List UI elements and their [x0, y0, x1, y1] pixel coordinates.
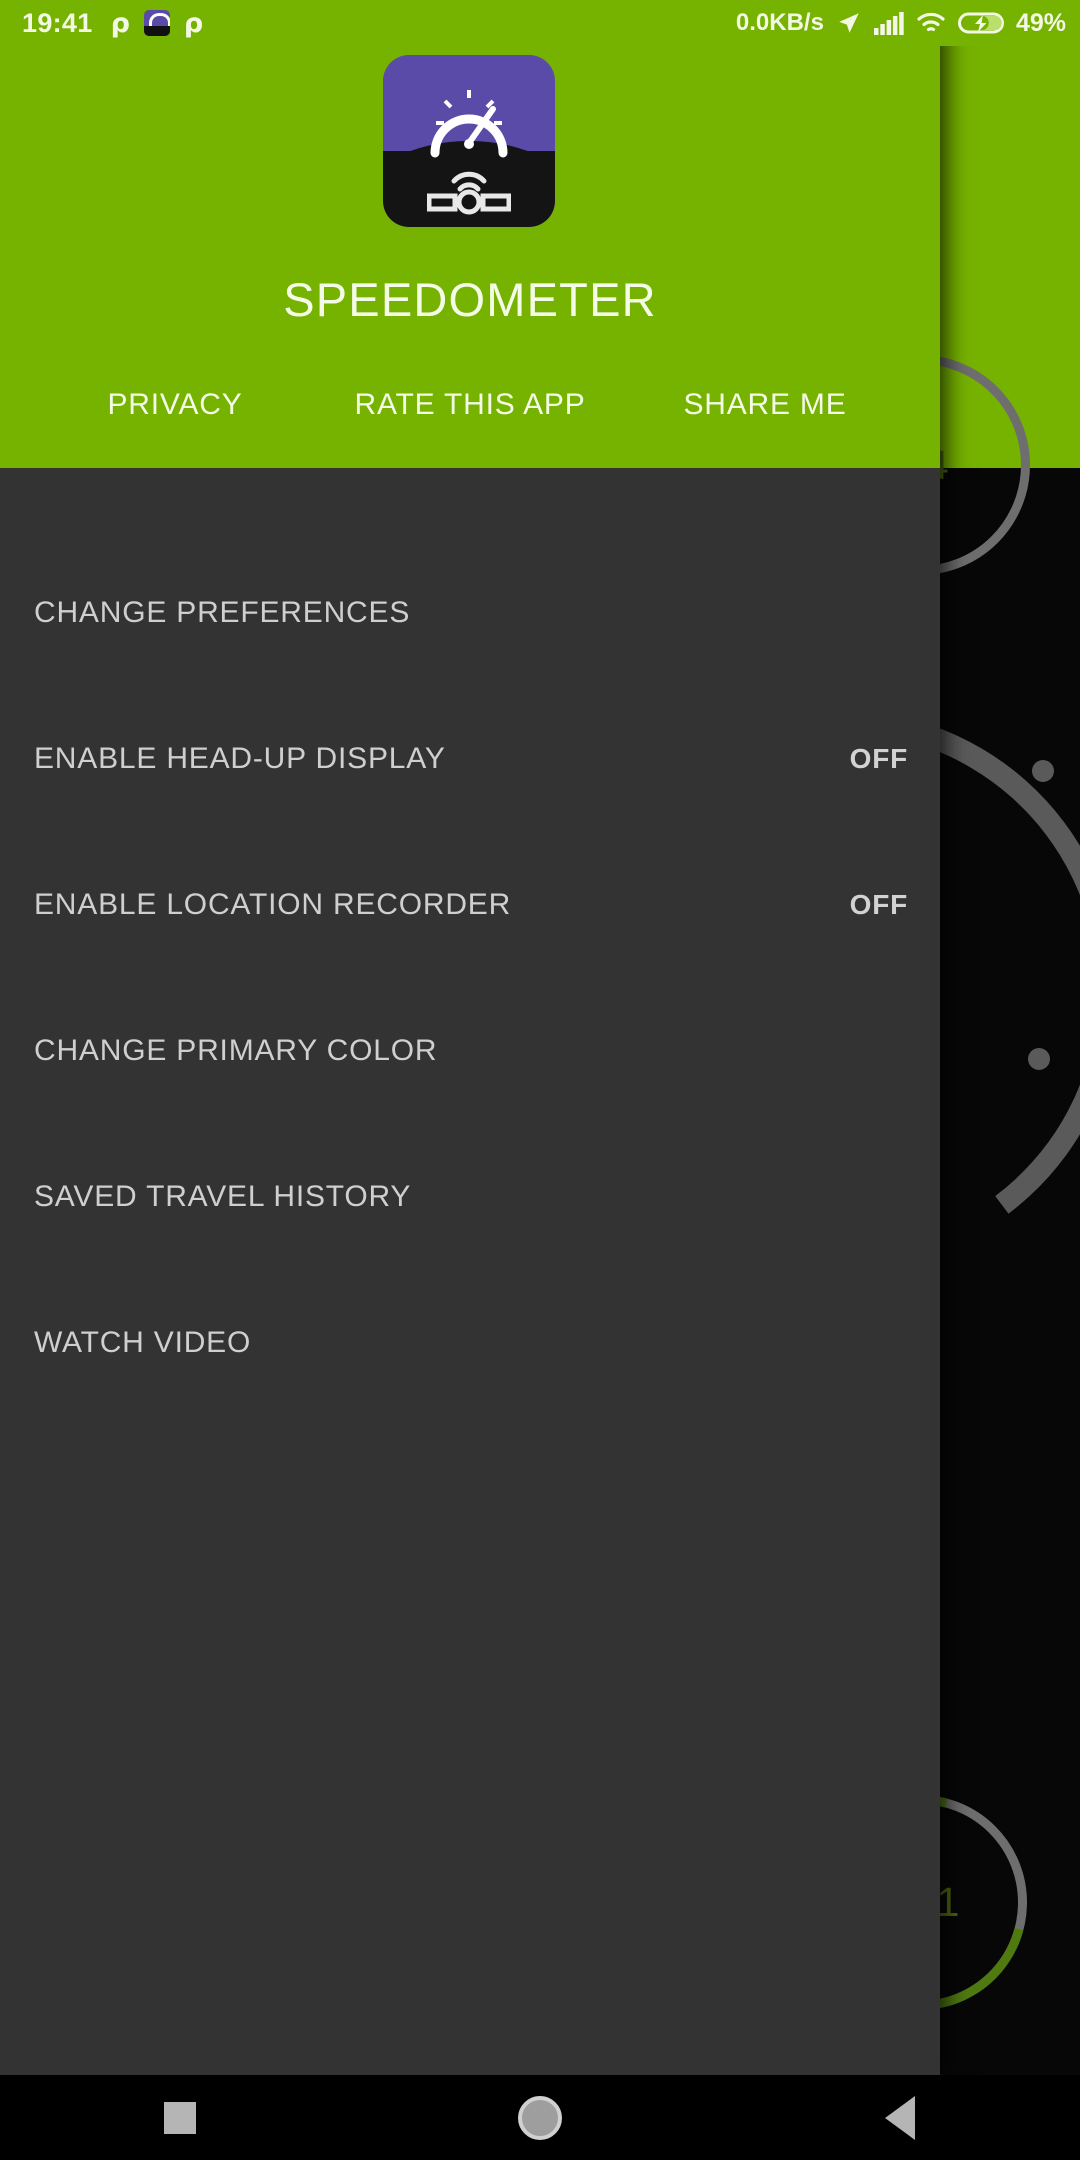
menu-item-label: SAVED TRAVEL HISTORY	[34, 1180, 412, 1213]
wifi-icon	[917, 12, 945, 32]
menu-saved-travel-history[interactable]: SAVED TRAVEL HISTORY	[0, 1124, 940, 1270]
location-arrow-icon	[839, 13, 859, 33]
drawer-menu-list: CHANGE PREFERENCES ENABLE HEAD-UP DISPLA…	[0, 468, 940, 2075]
speedometer-app-notification-icon	[143, 10, 170, 36]
recents-button[interactable]	[120, 2101, 240, 2134]
circle-icon	[518, 2095, 562, 2140]
menu-item-value: OFF	[849, 743, 908, 774]
speedometer-arc-cap-end	[1028, 1048, 1050, 1070]
home-button[interactable]	[480, 2095, 600, 2140]
privacy-link[interactable]: PRIVACY	[25, 382, 325, 428]
gauge-icon	[430, 90, 508, 158]
drawer-header-links: PRIVACY RATE THIS APP SHARE ME	[0, 382, 940, 428]
status-clock: 19:41	[22, 7, 93, 38]
menu-item-label: CHANGE PREFERENCES	[34, 596, 411, 629]
menu-change-primary-color[interactable]: CHANGE PRIMARY COLOR	[0, 978, 940, 1124]
page-title: SPEEDOMETER	[283, 273, 657, 326]
signal-bars-icon	[873, 12, 904, 35]
menu-item-value: OFF	[849, 889, 908, 920]
rate-this-app-link[interactable]: RATE THIS APP	[325, 382, 615, 428]
status-notification-icons: ρ ρ	[111, 10, 204, 37]
menu-change-preferences[interactable]: CHANGE PREFERENCES	[0, 540, 940, 686]
android-nav-bar	[0, 2075, 1080, 2160]
menu-item-label: ENABLE HEAD-UP DISPLAY	[34, 742, 446, 775]
status-bar: 19:41 ρ ρ 0.0KB/s 49%	[0, 0, 1080, 46]
status-indicators: 0.0KB/s 49%	[736, 9, 1066, 38]
speedometer-gps-app-icon	[383, 55, 555, 227]
menu-item-label: WATCH VIDEO	[34, 1326, 252, 1359]
back-button[interactable]	[840, 2095, 960, 2140]
menu-item-label: CHANGE PRIMARY COLOR	[34, 1034, 438, 1067]
square-icon	[164, 2101, 196, 2134]
triangle-left-icon	[885, 2095, 915, 2140]
menu-item-label: ENABLE LOCATION RECORDER	[34, 888, 512, 921]
menu-watch-video[interactable]: WATCH VIDEO	[0, 1270, 940, 1416]
battery-charging-icon	[957, 12, 1004, 34]
p-notification-icon: ρ	[110, 7, 130, 39]
phone-screen: /24 0:01	[0, 0, 1080, 2160]
p-notification-icon: ρ	[183, 7, 204, 39]
speedometer-arc-cap-start	[1032, 760, 1054, 782]
share-me-link[interactable]: SHARE ME	[615, 382, 915, 428]
menu-enable-head-up-display[interactable]: ENABLE HEAD-UP DISPLAY OFF	[0, 686, 940, 832]
menu-enable-location-recorder[interactable]: ENABLE LOCATION RECORDER OFF	[0, 832, 940, 978]
drawer-header: SPEEDOMETER PRIVACY RATE THIS APP SHARE …	[0, 0, 940, 468]
network-speed-label: 0.0KB/s	[735, 9, 824, 36]
navigation-drawer: SPEEDOMETER PRIVACY RATE THIS APP SHARE …	[0, 0, 940, 2075]
battery-percent-label: 49%	[1015, 8, 1066, 37]
satellite-icon	[427, 171, 511, 215]
